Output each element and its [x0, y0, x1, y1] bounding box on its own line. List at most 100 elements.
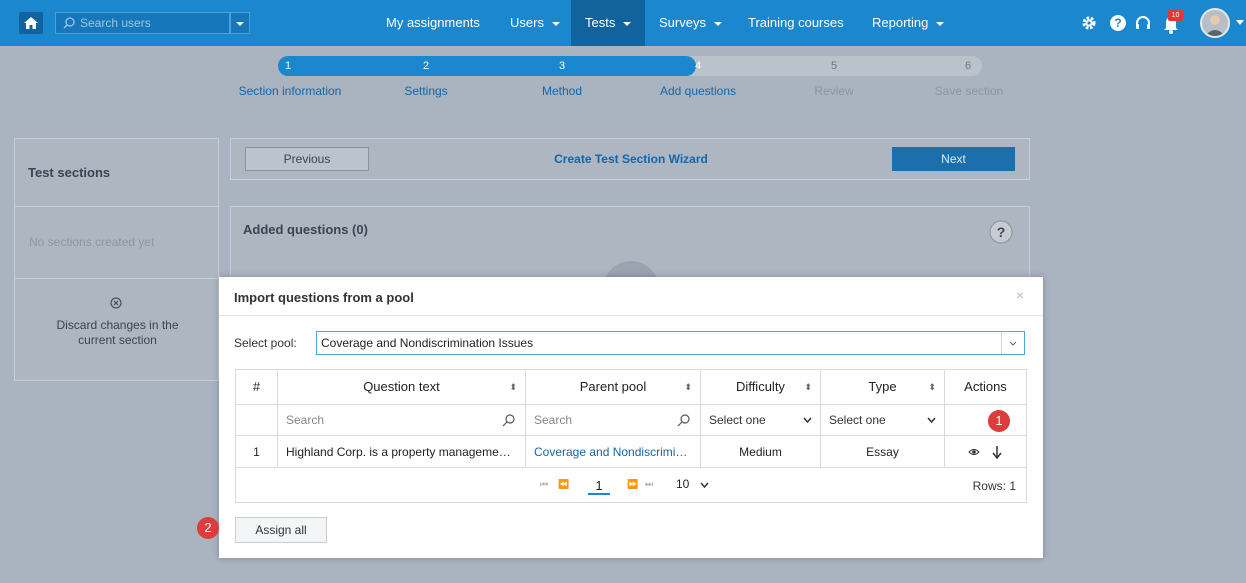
previous-page-icon[interactable]: ⏪	[558, 479, 569, 490]
chevron-down-icon	[1009, 341, 1017, 346]
test-sections-panel: Test sections No sections created yet Di…	[14, 138, 219, 381]
type-cell: Essay	[821, 436, 945, 468]
callout-marker-1: 1	[988, 410, 1010, 432]
chevron-down-icon	[700, 482, 709, 488]
eye-icon[interactable]	[968, 447, 980, 457]
sort-icon: ⬍	[509, 382, 517, 392]
added-questions-panel: Added questions (0) ?	[230, 206, 1030, 286]
question-search-input[interactable]: Search	[278, 405, 526, 436]
search-dropdown-button[interactable]	[230, 12, 250, 34]
caret-down-icon	[713, 21, 722, 26]
assign-all-button[interactable]: Assign all	[235, 517, 327, 543]
discard-changes-button[interactable]: Discard changes in the current section	[55, 318, 180, 348]
row-number: 1	[236, 436, 278, 468]
pool-search-input[interactable]: Search	[526, 405, 701, 436]
step-6-label: Save section	[934, 84, 1004, 98]
nav-reporting[interactable]: Reporting	[872, 0, 945, 46]
help-icon[interactable]: ?	[989, 220, 1013, 244]
nav-my-assignments[interactable]: My assignments	[386, 0, 480, 46]
step-4-number: 4	[694, 60, 702, 72]
discard-icon[interactable]	[110, 297, 122, 309]
arrow-down-icon[interactable]	[992, 445, 1002, 459]
chevron-down-icon	[927, 417, 936, 423]
step-1-number: 1	[284, 60, 292, 72]
step-2-number: 2	[422, 60, 430, 72]
questions-table: # Question text ⬍ Parent pool ⬍ Difficulty…	[235, 369, 1027, 503]
divider	[15, 206, 218, 207]
column-header-type[interactable]: Type ⬍	[821, 370, 945, 404]
divider	[219, 315, 1043, 316]
modal-title: Import questions from a pool	[234, 290, 414, 305]
step-5-label: Review	[814, 84, 854, 98]
headset-icon[interactable]	[1134, 14, 1152, 32]
chevron-down-icon	[803, 417, 812, 423]
empty-sections-text: No sections created yet	[29, 235, 155, 249]
next-page-icon[interactable]: ⏩	[627, 479, 638, 490]
wizard-progress-active	[278, 56, 696, 76]
search-icon	[502, 414, 515, 427]
nav-surveys[interactable]: Surveys	[659, 0, 722, 46]
step-1-label[interactable]: Section information	[220, 84, 360, 98]
added-questions-title: Added questions (0)	[243, 222, 368, 237]
svg-text:?: ?	[1114, 16, 1121, 30]
sort-icon: ⬍	[804, 382, 812, 392]
next-button[interactable]: Next	[892, 147, 1015, 171]
step-6-number: 6	[964, 60, 972, 72]
table-pager: ⏮ ⏪ 1 ⏩ ⏭ 10 Rows: 1	[236, 467, 1026, 503]
home-icon	[24, 17, 38, 29]
divider	[15, 278, 218, 279]
actions-cell	[945, 436, 1026, 468]
avatar-caret-icon[interactable]	[1236, 20, 1244, 26]
import-questions-modal: Import questions from a pool × Select po…	[219, 277, 1043, 558]
pool-select-value: Coverage and Nondiscrimination Issues	[321, 336, 534, 350]
search-icon	[63, 17, 75, 29]
wizard-title: Create Test Section Wizard	[554, 152, 708, 166]
nav-tests[interactable]: Tests	[571, 0, 646, 46]
notification-badge: 10	[1168, 10, 1183, 21]
user-avatar[interactable]	[1200, 8, 1230, 38]
step-5-number: 5	[830, 60, 838, 72]
type-filter-select[interactable]: Select one	[821, 405, 945, 436]
step-4-label[interactable]: Add questions	[628, 84, 768, 98]
callout-marker-2: 2	[197, 517, 219, 539]
sort-icon: ⬍	[928, 382, 936, 392]
previous-button[interactable]: Previous	[245, 147, 369, 171]
close-icon[interactable]: ×	[1016, 287, 1024, 303]
current-page[interactable]: 1	[588, 478, 610, 495]
rows-count: Rows: 1	[972, 479, 1016, 493]
user-photo-icon	[1202, 10, 1228, 36]
gear-icon[interactable]	[1080, 14, 1098, 32]
chevron-down-icon	[236, 22, 244, 26]
wizard-toolbar: Previous Create Test Section Wizard Next	[230, 138, 1030, 180]
filter-row: Search Search Select one Select one	[236, 404, 1026, 436]
parent-pool-link[interactable]: Coverage and Nondiscrimi…	[526, 436, 701, 468]
column-header-parent-pool[interactable]: Parent pool ⬍	[526, 370, 701, 404]
help-icon[interactable]: ?	[1109, 14, 1127, 32]
column-header-question-text[interactable]: Question text ⬍	[278, 370, 526, 404]
search-users-input[interactable]: Search users	[55, 12, 230, 34]
search-placeholder: Search users	[80, 16, 151, 30]
column-header-difficulty[interactable]: Difficulty ⬍	[701, 370, 821, 404]
home-button[interactable]	[19, 12, 43, 34]
caret-down-icon	[623, 21, 632, 26]
select-pool-label: Select pool:	[234, 336, 297, 350]
step-3-number: 3	[558, 60, 566, 72]
step-3-label[interactable]: Method	[492, 84, 632, 98]
sort-icon: ⬍	[684, 382, 692, 392]
first-page-icon[interactable]: ⏮	[540, 479, 548, 490]
nav-training-courses[interactable]: Training courses	[748, 0, 844, 46]
page-size-select[interactable]: 10	[676, 477, 716, 493]
difficulty-cell: Medium	[701, 436, 821, 468]
caret-down-icon	[936, 21, 945, 26]
last-page-icon[interactable]: ⏭	[645, 479, 653, 490]
pool-dropdown-button[interactable]	[1001, 332, 1024, 354]
step-2-label[interactable]: Settings	[356, 84, 496, 98]
difficulty-filter-select[interactable]: Select one	[701, 405, 821, 436]
table-row[interactable]: 1 Highland Corp. is a property manageme……	[236, 435, 1026, 468]
top-navigation-bar: Search users My assignments Users Tests …	[0, 0, 1246, 46]
svg-text:?: ?	[997, 224, 1006, 240]
caret-down-icon	[551, 21, 560, 26]
column-header-number: #	[236, 370, 278, 404]
nav-users[interactable]: Users	[510, 0, 560, 46]
pool-select[interactable]: Coverage and Nondiscrimination Issues	[316, 331, 1025, 355]
